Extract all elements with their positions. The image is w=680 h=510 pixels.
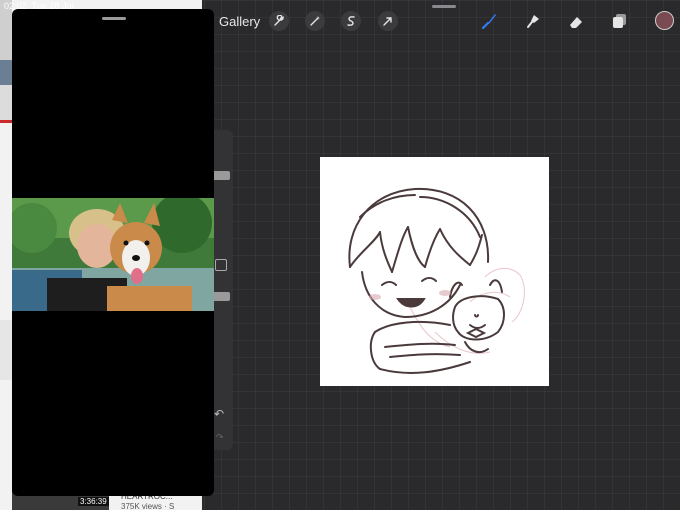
undo-button[interactable]: ↶ [214, 407, 224, 421]
brush-icon[interactable] [478, 10, 500, 32]
video-views: 375K views · S [121, 502, 175, 510]
video-frame-photo [12, 198, 214, 311]
gallery-button[interactable]: Gallery [219, 14, 260, 29]
color-swatch-button[interactable] [655, 11, 674, 30]
video-duration: 3:36:39 [78, 497, 109, 506]
slide-over-grab-handle[interactable] [102, 17, 126, 20]
wrench-icon[interactable] [269, 11, 289, 31]
selection-icon[interactable] [341, 11, 361, 31]
slide-over-video-panel[interactable] [12, 9, 214, 496]
transform-arrow-icon[interactable] [378, 11, 398, 31]
layers-icon[interactable] [609, 10, 631, 32]
drawing-canvas[interactable] [320, 157, 549, 386]
video-player[interactable] [12, 198, 214, 311]
smudge-icon[interactable] [522, 10, 544, 32]
eraser-icon[interactable] [565, 10, 587, 32]
sketch-drawing [348, 187, 525, 374]
redo-button[interactable]: ↷ [216, 432, 224, 443]
top-grab-handle[interactable] [432, 5, 456, 8]
magic-wand-icon[interactable] [305, 11, 325, 31]
modify-button[interactable] [215, 259, 227, 271]
